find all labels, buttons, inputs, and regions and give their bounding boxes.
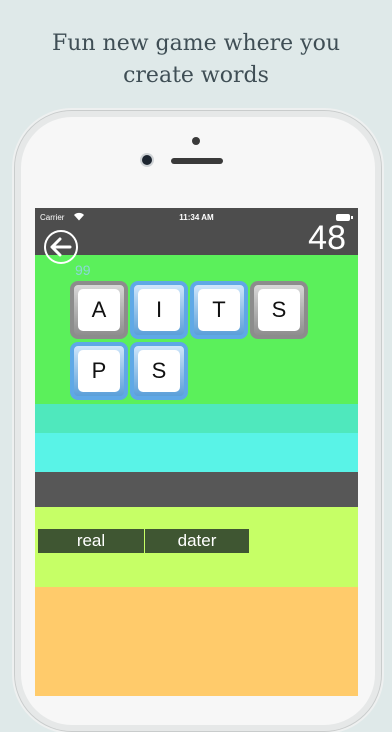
letter-tile[interactable]: S <box>250 281 308 339</box>
marketing-headline: Fun new game where you create words <box>0 28 392 92</box>
back-arrow-icon <box>50 237 72 257</box>
letter-tile[interactable]: A <box>70 281 128 339</box>
tile-letter: P <box>78 350 120 392</box>
divider-stripe <box>35 404 358 433</box>
tile-letter: S <box>138 350 180 392</box>
score-counter: 48 <box>308 219 346 257</box>
found-word: dater <box>145 529 249 553</box>
tile-letter: I <box>138 289 180 331</box>
headline-line-2: create words <box>123 63 269 88</box>
found-word: real <box>38 529 144 553</box>
letter-tile[interactable]: P <box>70 342 128 400</box>
remaining-counter: 99 <box>75 262 91 278</box>
proximity-sensor <box>192 137 200 145</box>
input-bar <box>35 472 358 507</box>
letter-tile[interactable]: T <box>190 281 248 339</box>
front-camera <box>142 155 152 165</box>
tile-letter: S <box>258 289 300 331</box>
letter-tile[interactable]: S <box>130 342 188 400</box>
tile-letter: T <box>198 289 240 331</box>
letter-tile[interactable]: I <box>130 281 188 339</box>
bottom-area <box>35 587 358 696</box>
app-screen: Carrier 11:34 AM 48 99 A I T S P S real … <box>35 208 358 696</box>
divider-stripe <box>35 433 358 472</box>
earpiece-speaker <box>171 158 223 164</box>
headline-line-1: Fun new game where you <box>51 31 341 56</box>
back-button[interactable] <box>44 230 78 264</box>
tile-letter: A <box>78 289 120 331</box>
